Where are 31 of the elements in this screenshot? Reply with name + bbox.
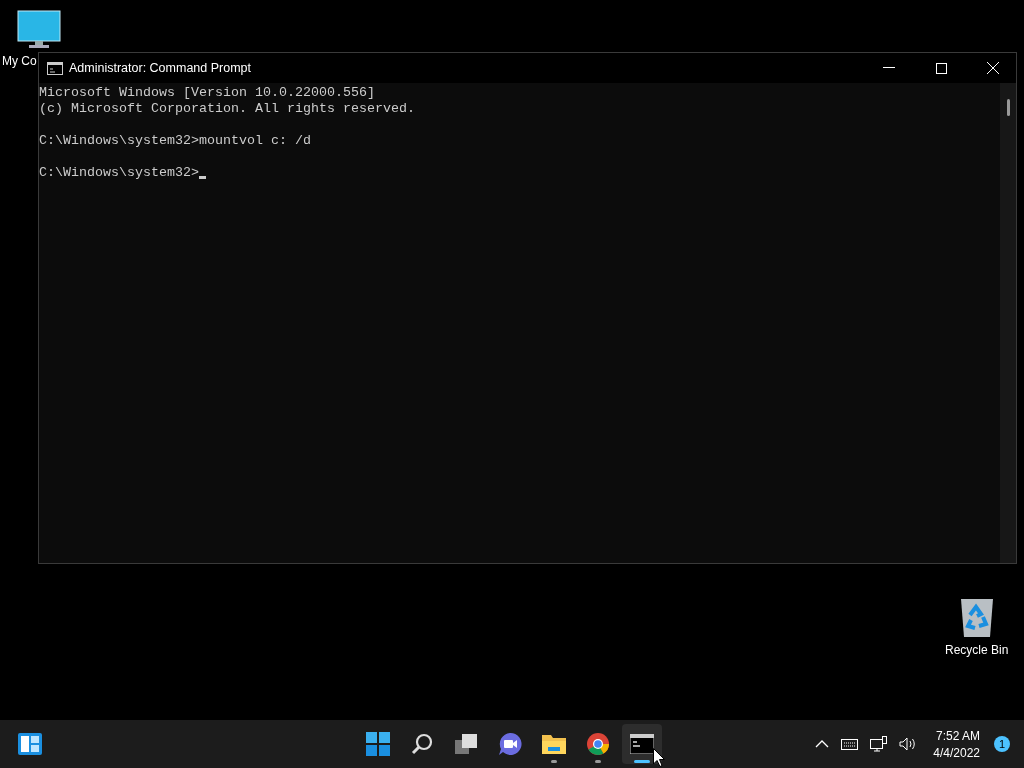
maximize-icon xyxy=(935,62,947,74)
window-title: Administrator: Command Prompt xyxy=(69,61,252,75)
monitor-icon xyxy=(17,10,61,50)
close-icon xyxy=(987,62,999,74)
minimize-icon xyxy=(883,67,895,69)
desktop-icon-label[interactable]: Recycle Bin xyxy=(945,643,1009,657)
taskbar-app-button[interactable] xyxy=(622,724,662,764)
terminal-icon xyxy=(630,734,654,754)
clock[interactable]: 7:52 AM 4/4/2022 xyxy=(927,728,986,760)
recycle-bin-icon xyxy=(958,597,995,639)
console-line: C:\Windows\system32>mountvol c: /d xyxy=(39,133,311,149)
console-app-icon xyxy=(47,61,63,75)
folder-icon xyxy=(541,733,567,755)
widgets-icon xyxy=(18,733,42,755)
chat-icon xyxy=(498,732,522,756)
keyboard-icon[interactable] xyxy=(839,738,861,750)
search-icon xyxy=(411,733,433,755)
browser-icon xyxy=(586,732,610,756)
scrollbar[interactable] xyxy=(1000,83,1016,563)
text-cursor xyxy=(198,176,206,179)
notification-badge[interactable]: 1 xyxy=(994,736,1010,752)
windows-logo-icon xyxy=(366,732,390,756)
task-view-icon xyxy=(454,733,478,755)
clock-time: 7:52 AM xyxy=(935,728,980,743)
console-line: C:\Windows\system32> xyxy=(39,165,199,181)
console-line: (c) Microsoft Corporation. All rights reserved. xyxy=(39,101,415,117)
mouse-pointer-icon xyxy=(653,748,665,767)
desktop-icon-label[interactable]: My Co xyxy=(2,54,37,68)
network-icon[interactable] xyxy=(868,736,890,752)
clock-date: 4/4/2022 xyxy=(933,745,980,760)
console-line: Microsoft Windows [Version 10.0.22000.556] xyxy=(39,85,375,101)
